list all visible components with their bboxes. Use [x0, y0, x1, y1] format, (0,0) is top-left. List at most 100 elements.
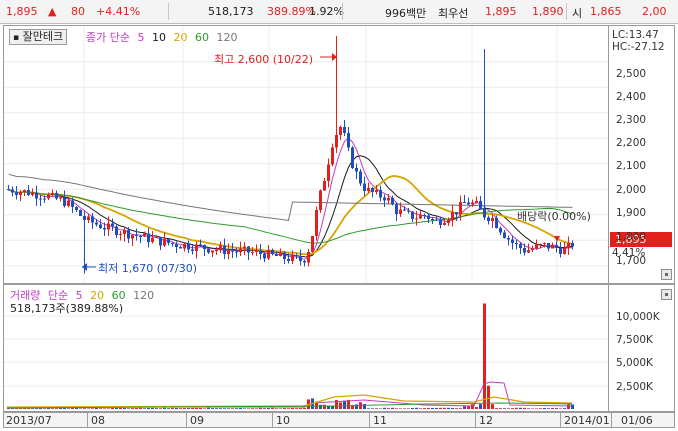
date-label: 01/06 — [621, 414, 653, 427]
candle-body — [419, 214, 422, 219]
candle-body — [155, 237, 158, 239]
volume-bar — [375, 408, 378, 409]
volume-bar — [551, 408, 554, 409]
volume-bar — [295, 408, 298, 409]
volume-bar — [139, 407, 142, 409]
date-label: 2013/07 — [6, 414, 52, 427]
current-price: 1,895 — [6, 5, 38, 18]
volume-bar — [19, 408, 22, 409]
candle-body — [563, 248, 566, 255]
date-label: 12 — [479, 414, 493, 427]
date-label: 11 — [373, 414, 387, 427]
volume-bar — [499, 408, 502, 409]
turnover-rate: 1.92% — [309, 5, 344, 18]
volume-bar — [299, 408, 302, 409]
volume-bar — [407, 408, 410, 409]
up-arrow-icon: ▲ — [48, 5, 57, 18]
volume-bar — [507, 408, 510, 409]
candle-body — [143, 233, 146, 237]
volume-bar — [119, 407, 122, 409]
candle-body — [539, 244, 542, 246]
candle-body — [211, 250, 214, 253]
volume-bar — [439, 407, 442, 409]
volume-chart-panel[interactable]: 거래량 단순 5 20 60 120 518,173주(389.88%) — [3, 284, 609, 412]
candle-body — [355, 167, 358, 172]
candle-body — [291, 254, 294, 262]
candle-body — [47, 194, 50, 199]
volume-bar — [491, 404, 494, 409]
candle-body — [231, 250, 234, 252]
date-axis: 2013/07 08 09 10 11 12 2014/01 01/06 — [3, 412, 675, 428]
volume-bar — [147, 407, 150, 409]
volume-bar — [399, 408, 402, 409]
volume-bar — [463, 406, 466, 409]
candle-body — [403, 209, 406, 211]
volume-bar — [151, 407, 154, 409]
volume-bar — [371, 408, 374, 409]
candle-body — [67, 200, 70, 206]
divider — [168, 3, 169, 20]
candle-body — [463, 202, 466, 204]
volume-bar — [475, 407, 478, 409]
candle-body — [259, 250, 262, 255]
volume-bar — [87, 408, 90, 409]
volume-bar — [543, 407, 546, 409]
lc-label: LC:13.47 — [612, 29, 659, 41]
volume-bar — [535, 408, 538, 409]
candle-body — [411, 211, 414, 220]
candle-body — [439, 220, 442, 225]
volume-bar — [211, 408, 214, 409]
date-tick — [611, 413, 612, 427]
date-tick — [560, 413, 561, 427]
candle-body — [43, 198, 46, 200]
volume-bar — [523, 407, 526, 409]
price-axis: LC:13.47 HC:-27.12 2,500 2,400 2,300 2,2… — [609, 25, 675, 284]
candle-body — [63, 197, 66, 206]
candle-body — [299, 256, 302, 262]
candle-body — [343, 127, 346, 133]
volume-bar — [411, 408, 414, 409]
volume-bar — [379, 408, 382, 409]
candle-body — [75, 207, 78, 211]
candle-body — [23, 190, 26, 193]
candle-body — [559, 248, 562, 255]
candle-body — [395, 204, 398, 214]
volume-bar — [559, 408, 562, 409]
date-tick — [475, 413, 476, 427]
candle-body — [83, 215, 86, 220]
volume-bar — [255, 408, 258, 409]
candle-body — [483, 209, 486, 218]
candle-body — [135, 234, 138, 236]
candle-body — [55, 192, 58, 199]
volume-bar — [175, 407, 178, 409]
volume-bar — [467, 406, 470, 409]
volume-bar — [387, 408, 390, 409]
price-tick: 2,500 — [616, 68, 647, 80]
price-chart-panel[interactable]: ▪ 잘만테크 종가 단순 5 10 20 60 120 최고 2,600 (10… — [3, 25, 609, 284]
volume-bar — [303, 407, 306, 409]
candle-body — [451, 211, 454, 220]
volume-bar — [487, 385, 490, 409]
candle-body — [131, 234, 134, 239]
candle-body — [255, 250, 258, 253]
volume-bar — [555, 408, 558, 409]
volume-axis-scale-button[interactable] — [661, 289, 672, 300]
volume-bar — [483, 303, 486, 409]
volume-bar — [191, 407, 194, 409]
candle-body — [243, 246, 246, 249]
volume-bar — [219, 408, 222, 409]
volume-bar — [519, 407, 522, 409]
candle-body — [183, 243, 186, 249]
volume-bar — [291, 407, 294, 409]
high-annotation: 최고 2,600 (10/22) — [214, 53, 314, 66]
candle-body — [335, 134, 338, 148]
volume-value: 518,173 — [208, 5, 254, 18]
ma-line-5 — [8, 137, 573, 260]
volume-bar — [415, 407, 418, 409]
price-tick: 1,800 — [616, 231, 647, 243]
volume-bar — [459, 408, 462, 409]
price-axis-scale-button[interactable] — [661, 269, 672, 280]
volume-bar — [131, 408, 134, 409]
volume-bar — [495, 408, 498, 409]
candle-body — [39, 198, 42, 200]
